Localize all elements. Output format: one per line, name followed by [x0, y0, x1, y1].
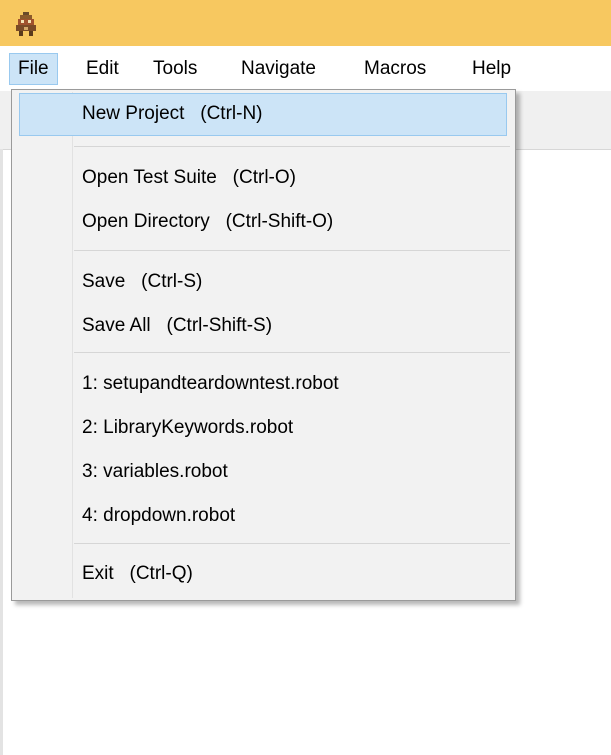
menu-item-open-test-suite[interactable]: Open Test Suite (Ctrl-O): [82, 156, 296, 200]
menu-item-save[interactable]: Save (Ctrl-S): [82, 260, 202, 304]
menu-edit[interactable]: Edit: [78, 53, 127, 85]
app-icon[interactable]: [13, 11, 39, 37]
title-bar[interactable]: [0, 0, 611, 46]
menu-item-save-all[interactable]: Save All (Ctrl-Shift-S): [82, 304, 272, 348]
menu-icon-gutter: [72, 92, 73, 598]
menu-separator: [74, 352, 510, 353]
menu-bar: File Edit Tools Navigate Macros Help: [0, 46, 611, 91]
menu-item-recent-file[interactable]: 4: dropdown.robot: [82, 494, 235, 538]
window-left-edge: [0, 149, 3, 755]
menu-item-recent-file[interactable]: 2: LibraryKeywords.robot: [82, 406, 293, 450]
menu-item-recent-file[interactable]: 3: variables.robot: [82, 450, 228, 494]
menu-separator: [74, 543, 510, 544]
menu-item-exit[interactable]: Exit (Ctrl-Q): [82, 552, 193, 596]
menu-macros[interactable]: Macros: [356, 53, 434, 85]
menu-item-open-directory[interactable]: Open Directory (Ctrl-Shift-O): [82, 200, 333, 244]
menu-separator: [74, 146, 510, 147]
menu-navigate[interactable]: Navigate: [233, 53, 324, 85]
menu-separator: [74, 250, 510, 251]
menu-item-new-project[interactable]: New Project (Ctrl-N): [82, 92, 263, 136]
file-menu-dropdown: New Project (Ctrl-N) Open Test Suite (Ct…: [11, 89, 516, 601]
menu-help[interactable]: Help: [464, 53, 519, 85]
menu-file[interactable]: File: [9, 53, 58, 85]
application-window: File Edit Tools Navigate Macros Help New…: [0, 0, 611, 755]
menu-item-recent-file[interactable]: 1: setupandteardowntest.robot: [82, 362, 339, 406]
menu-tools[interactable]: Tools: [145, 53, 205, 85]
